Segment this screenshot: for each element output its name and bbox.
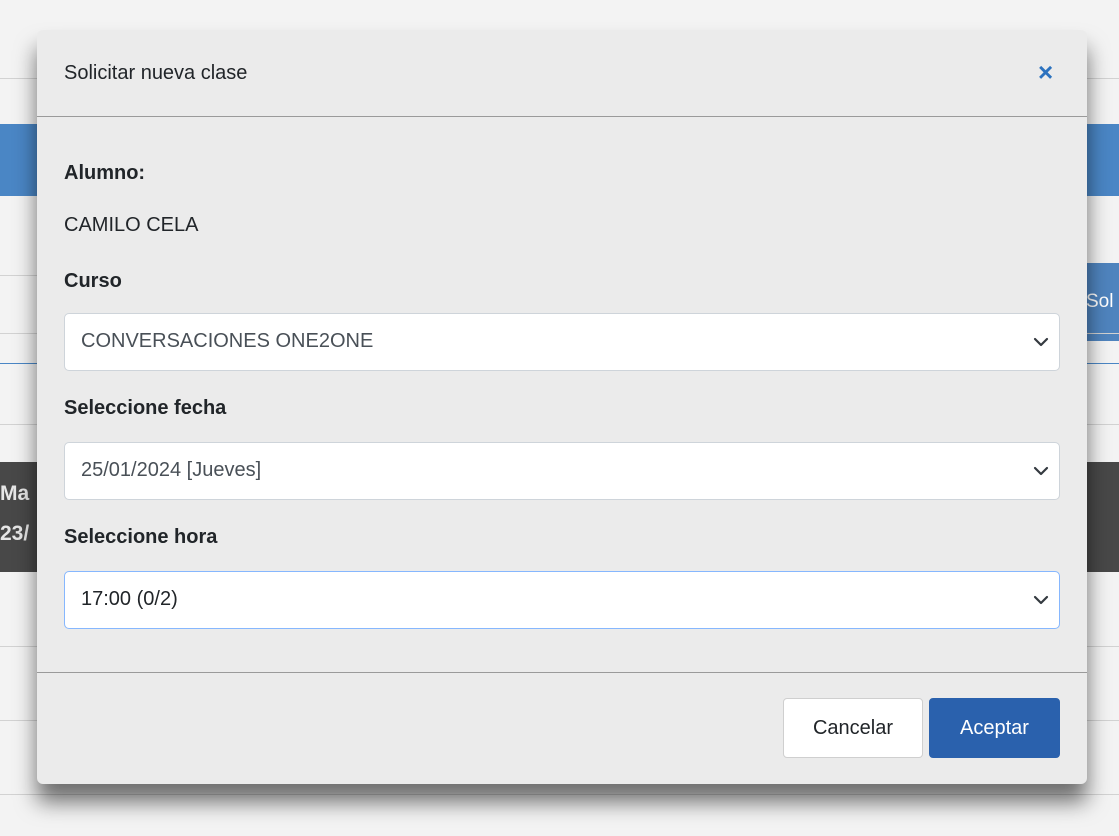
time-select[interactable]: 17:00 (0/2) [64,571,1060,629]
close-icon[interactable]: × [1038,59,1053,85]
background-dark-row-text: Ma [0,482,30,505]
student-label: Alumno: [64,162,146,184]
time-label: Seleccione hora [64,526,218,548]
course-select-value: CONVERSACIONES ONE2ONE [81,330,374,352]
student-name: CAMILO CELA [64,214,199,236]
background-dark-row-text: 23/ [0,522,30,545]
date-label: Seleccione fecha [64,397,227,419]
accept-button[interactable]: Aceptar [929,698,1060,758]
date-select[interactable]: 25/01/2024 [Jueves] [64,442,1060,500]
cancel-button[interactable]: Cancelar [783,698,923,758]
course-select[interactable]: CONVERSACIONES ONE2ONE [64,313,1060,371]
dialog-header: Solicitar nueva clase × [37,30,1087,117]
request-class-dialog: Solicitar nueva clase × Alumno: CAMILO C… [37,30,1087,784]
time-select-value: 17:00 (0/2) [81,588,178,610]
chevron-down-icon [1033,337,1049,347]
dialog-footer-divider [37,672,1087,673]
course-label: Curso [64,270,122,292]
background-divider [0,794,1119,795]
chevron-down-icon [1033,595,1049,605]
date-select-value: 25/01/2024 [Jueves] [81,459,262,481]
chevron-down-icon [1033,466,1049,476]
dialog-title: Solicitar nueva clase [64,62,248,84]
